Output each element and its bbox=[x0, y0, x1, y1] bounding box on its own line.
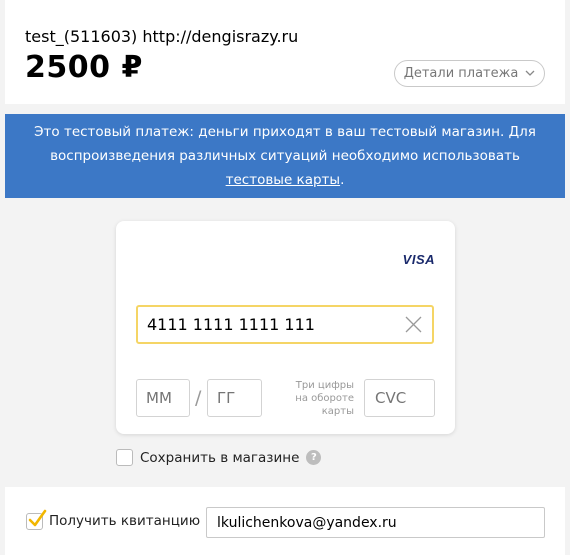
bank-card-form: VISA / Три цифры на обороте карты bbox=[116, 221, 455, 434]
receipt-checkbox[interactable] bbox=[26, 509, 47, 530]
banner-line-3: тестовые карты. bbox=[5, 168, 565, 192]
receipt-label: Получить квитанцию bbox=[49, 513, 201, 529]
save-card-label: Сохранить в магазине bbox=[140, 449, 300, 466]
expiry-year-input[interactable] bbox=[207, 379, 262, 417]
receipt-section: Получить квитанцию bbox=[5, 487, 565, 555]
expiry-separator: / bbox=[195, 387, 202, 409]
cvc-input[interactable] bbox=[364, 379, 435, 417]
banner-line-1: Это тестовый платеж: деньги приходят в в… bbox=[34, 124, 536, 140]
expiry-month-input[interactable] bbox=[136, 379, 190, 417]
test-cards-link[interactable]: тестовые карты bbox=[226, 172, 340, 188]
test-payment-banner: Это тестовый платеж: деньги приходят в в… bbox=[5, 114, 565, 198]
close-icon[interactable] bbox=[405, 316, 422, 333]
checkmark-icon bbox=[28, 509, 47, 527]
payment-details-label: Детали платежа bbox=[403, 66, 519, 81]
save-card-row: Сохранить в магазине ? bbox=[116, 449, 322, 466]
payment-amount: 2500 ₽ bbox=[25, 50, 143, 85]
cvc-hint: Три цифры на обороте карты bbox=[295, 380, 354, 417]
payment-header: test_(511603) http://dengisrazy.ru 2500 … bbox=[5, 0, 565, 104]
card-number-input[interactable] bbox=[136, 305, 434, 344]
chevron-down-icon bbox=[525, 69, 535, 79]
email-field[interactable] bbox=[206, 507, 545, 538]
banner-period: . bbox=[340, 172, 345, 188]
merchant-name: test_(511603) http://dengisrazy.ru bbox=[25, 27, 299, 46]
save-card-checkbox[interactable] bbox=[116, 449, 133, 466]
payment-details-button[interactable]: Детали платежа bbox=[394, 60, 545, 87]
banner-line-2: воспроизведения различных ситуаций необх… bbox=[50, 148, 520, 164]
visa-logo: VISA bbox=[402, 252, 435, 267]
help-icon[interactable]: ? bbox=[306, 450, 322, 465]
